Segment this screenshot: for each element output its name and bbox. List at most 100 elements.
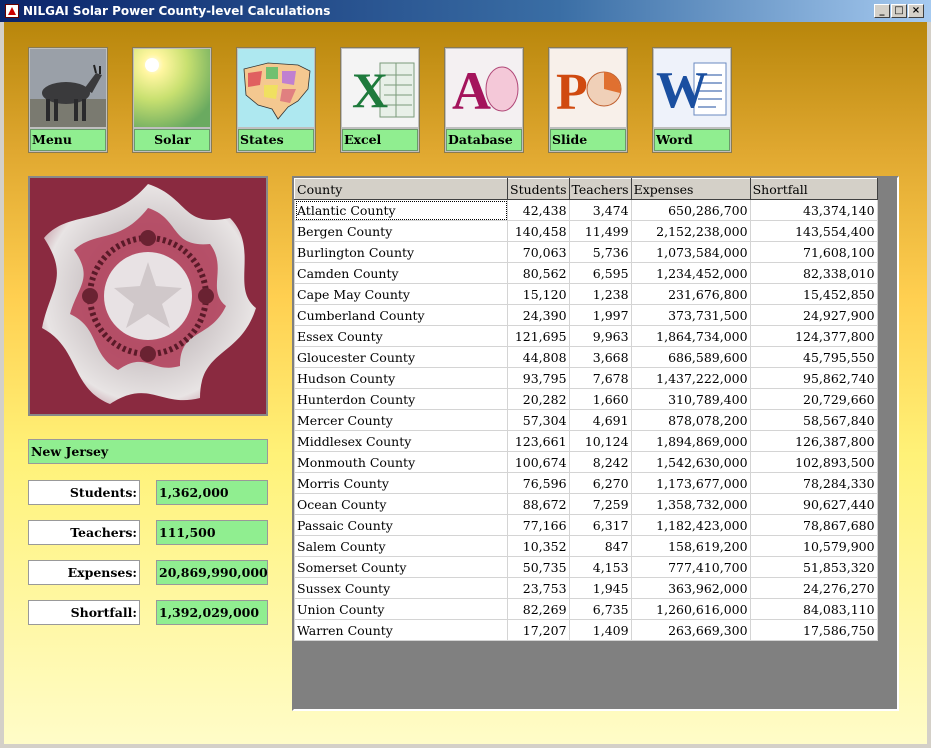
cell-students[interactable]: 50,735 [507, 556, 570, 578]
cell-shortfall[interactable]: 71,608,100 [749, 241, 878, 263]
cell-county[interactable]: Morris County [294, 472, 508, 494]
cell-shortfall[interactable]: 78,284,330 [749, 472, 878, 494]
cell-teachers[interactable]: 1,409 [568, 619, 632, 641]
cell-teachers[interactable]: 6,270 [568, 472, 632, 494]
cell-shortfall[interactable]: 20,729,660 [749, 388, 878, 410]
solar-button[interactable]: Solar [132, 47, 212, 153]
cell-shortfall[interactable]: 15,452,850 [749, 283, 878, 305]
table-row[interactable]: Warren County 17,207 1,409 263,669,300 17,58… [294, 619, 878, 641]
cell-teachers[interactable]: 847 [568, 535, 632, 557]
cell-shortfall[interactable]: 82,338,010 [749, 262, 878, 284]
cell-expenses[interactable]: 373,731,500 [630, 304, 751, 326]
cell-county[interactable]: Hudson County [294, 367, 508, 389]
cell-expenses[interactable]: 1,182,423,000 [630, 514, 751, 536]
cell-expenses[interactable]: 1,260,616,000 [630, 598, 751, 620]
table-row[interactable]: Atlantic County 42,438 3,474 650,286,700 43,… [294, 199, 878, 221]
cell-shortfall[interactable]: 43,374,140 [749, 199, 878, 221]
column-header-teachers[interactable]: Teachers [568, 178, 632, 200]
menu-button[interactable]: Menu [28, 47, 108, 153]
cell-students[interactable]: 82,269 [507, 598, 570, 620]
close-button[interactable]: × [908, 4, 924, 18]
cell-expenses[interactable]: 1,542,630,000 [630, 451, 751, 473]
table-row[interactable]: Cape May County 15,120 1,238 231,676,800 15,… [294, 283, 878, 305]
cell-students[interactable]: 123,661 [507, 430, 570, 452]
cell-students[interactable]: 10,352 [507, 535, 570, 557]
cell-shortfall[interactable]: 102,893,500 [749, 451, 878, 473]
cell-teachers[interactable]: 1,945 [568, 577, 632, 599]
cell-students[interactable]: 100,674 [507, 451, 570, 473]
cell-teachers[interactable]: 11,499 [568, 220, 632, 242]
cell-shortfall[interactable]: 24,276,270 [749, 577, 878, 599]
cell-students[interactable]: 57,304 [507, 409, 570, 431]
cell-students[interactable]: 76,596 [507, 472, 570, 494]
excel-button[interactable]: X Excel [340, 47, 420, 153]
cell-shortfall[interactable]: 78,867,680 [749, 514, 878, 536]
cell-teachers[interactable]: 5,736 [568, 241, 632, 263]
column-header-expenses[interactable]: Expenses [630, 178, 751, 200]
cell-county[interactable]: Camden County [294, 262, 508, 284]
cell-shortfall[interactable]: 126,387,800 [749, 430, 878, 452]
cell-county[interactable]: Hunterdon County [294, 388, 508, 410]
cell-expenses[interactable]: 231,676,800 [630, 283, 751, 305]
cell-county[interactable]: Cape May County [294, 283, 508, 305]
column-header-shortfall[interactable]: Shortfall [749, 178, 878, 200]
cell-students[interactable]: 80,562 [507, 262, 570, 284]
cell-county[interactable]: Bergen County [294, 220, 508, 242]
table-row[interactable]: Sussex County 23,753 1,945 363,962,000 24,27… [294, 577, 878, 599]
states-button[interactable]: States [236, 47, 316, 153]
word-button[interactable]: W Word [652, 47, 732, 153]
cell-county[interactable]: Burlington County [294, 241, 508, 263]
table-row[interactable]: Salem County 10,352 847 158,619,200 10,579,9… [294, 535, 878, 557]
cell-teachers[interactable]: 4,691 [568, 409, 632, 431]
cell-students[interactable]: 44,808 [507, 346, 570, 368]
cell-teachers[interactable]: 4,153 [568, 556, 632, 578]
cell-expenses[interactable]: 1,358,732,000 [630, 493, 751, 515]
cell-expenses[interactable]: 1,894,869,000 [630, 430, 751, 452]
cell-teachers[interactable]: 3,668 [568, 346, 632, 368]
cell-teachers[interactable]: 7,678 [568, 367, 632, 389]
cell-teachers[interactable]: 1,238 [568, 283, 632, 305]
cell-county[interactable]: Passaic County [294, 514, 508, 536]
cell-teachers[interactable]: 1,660 [568, 388, 632, 410]
table-row[interactable]: Bergen County 140,458 11,499 2,152,238,000 1… [294, 220, 878, 242]
cell-teachers[interactable]: 1,997 [568, 304, 632, 326]
cell-county[interactable]: Cumberland County [294, 304, 508, 326]
cell-county[interactable]: Essex County [294, 325, 508, 347]
cell-teachers[interactable]: 3,474 [568, 199, 632, 221]
cell-teachers[interactable]: 9,963 [568, 325, 632, 347]
cell-county[interactable]: Gloucester County [294, 346, 508, 368]
cell-shortfall[interactable]: 58,567,840 [749, 409, 878, 431]
cell-county[interactable]: Warren County [294, 619, 508, 641]
cell-shortfall[interactable]: 95,862,740 [749, 367, 878, 389]
table-row[interactable]: Hunterdon County 20,282 1,660 310,789,400 20… [294, 388, 878, 410]
cell-students[interactable]: 23,753 [507, 577, 570, 599]
cell-shortfall[interactable]: 24,927,900 [749, 304, 878, 326]
cell-students[interactable]: 42,438 [507, 199, 570, 221]
table-row[interactable]: Mercer County 57,304 4,691 878,078,200 58,56… [294, 409, 878, 431]
cell-expenses[interactable]: 158,619,200 [630, 535, 751, 557]
table-row[interactable]: Cumberland County 24,390 1,997 373,731,500 2… [294, 304, 878, 326]
cell-shortfall[interactable]: 90,627,440 [749, 493, 878, 515]
cell-county[interactable]: Salem County [294, 535, 508, 557]
cell-expenses[interactable]: 363,962,000 [630, 577, 751, 599]
cell-teachers[interactable]: 7,259 [568, 493, 632, 515]
cell-expenses[interactable]: 310,789,400 [630, 388, 751, 410]
cell-county[interactable]: Somerset County [294, 556, 508, 578]
cell-shortfall[interactable]: 10,579,900 [749, 535, 878, 557]
cell-expenses[interactable]: 650,286,700 [630, 199, 751, 221]
minimize-button[interactable]: _ [874, 4, 890, 18]
cell-teachers[interactable]: 6,317 [568, 514, 632, 536]
cell-expenses[interactable]: 1,073,584,000 [630, 241, 751, 263]
cell-shortfall[interactable]: 143,554,400 [749, 220, 878, 242]
cell-expenses[interactable]: 1,437,222,000 [630, 367, 751, 389]
cell-county[interactable]: Monmouth County [294, 451, 508, 473]
cell-expenses[interactable]: 263,669,300 [630, 619, 751, 641]
slide-button[interactable]: P Slide [548, 47, 628, 153]
cell-county[interactable]: Ocean County [294, 493, 508, 515]
table-row[interactable]: Burlington County 70,063 5,736 1,073,584,00… [294, 241, 878, 263]
cell-expenses[interactable]: 1,234,452,000 [630, 262, 751, 284]
cell-teachers[interactable]: 6,735 [568, 598, 632, 620]
database-button[interactable]: A Database [444, 47, 524, 153]
cell-county[interactable]: Sussex County [294, 577, 508, 599]
cell-shortfall[interactable]: 17,586,750 [749, 619, 878, 641]
